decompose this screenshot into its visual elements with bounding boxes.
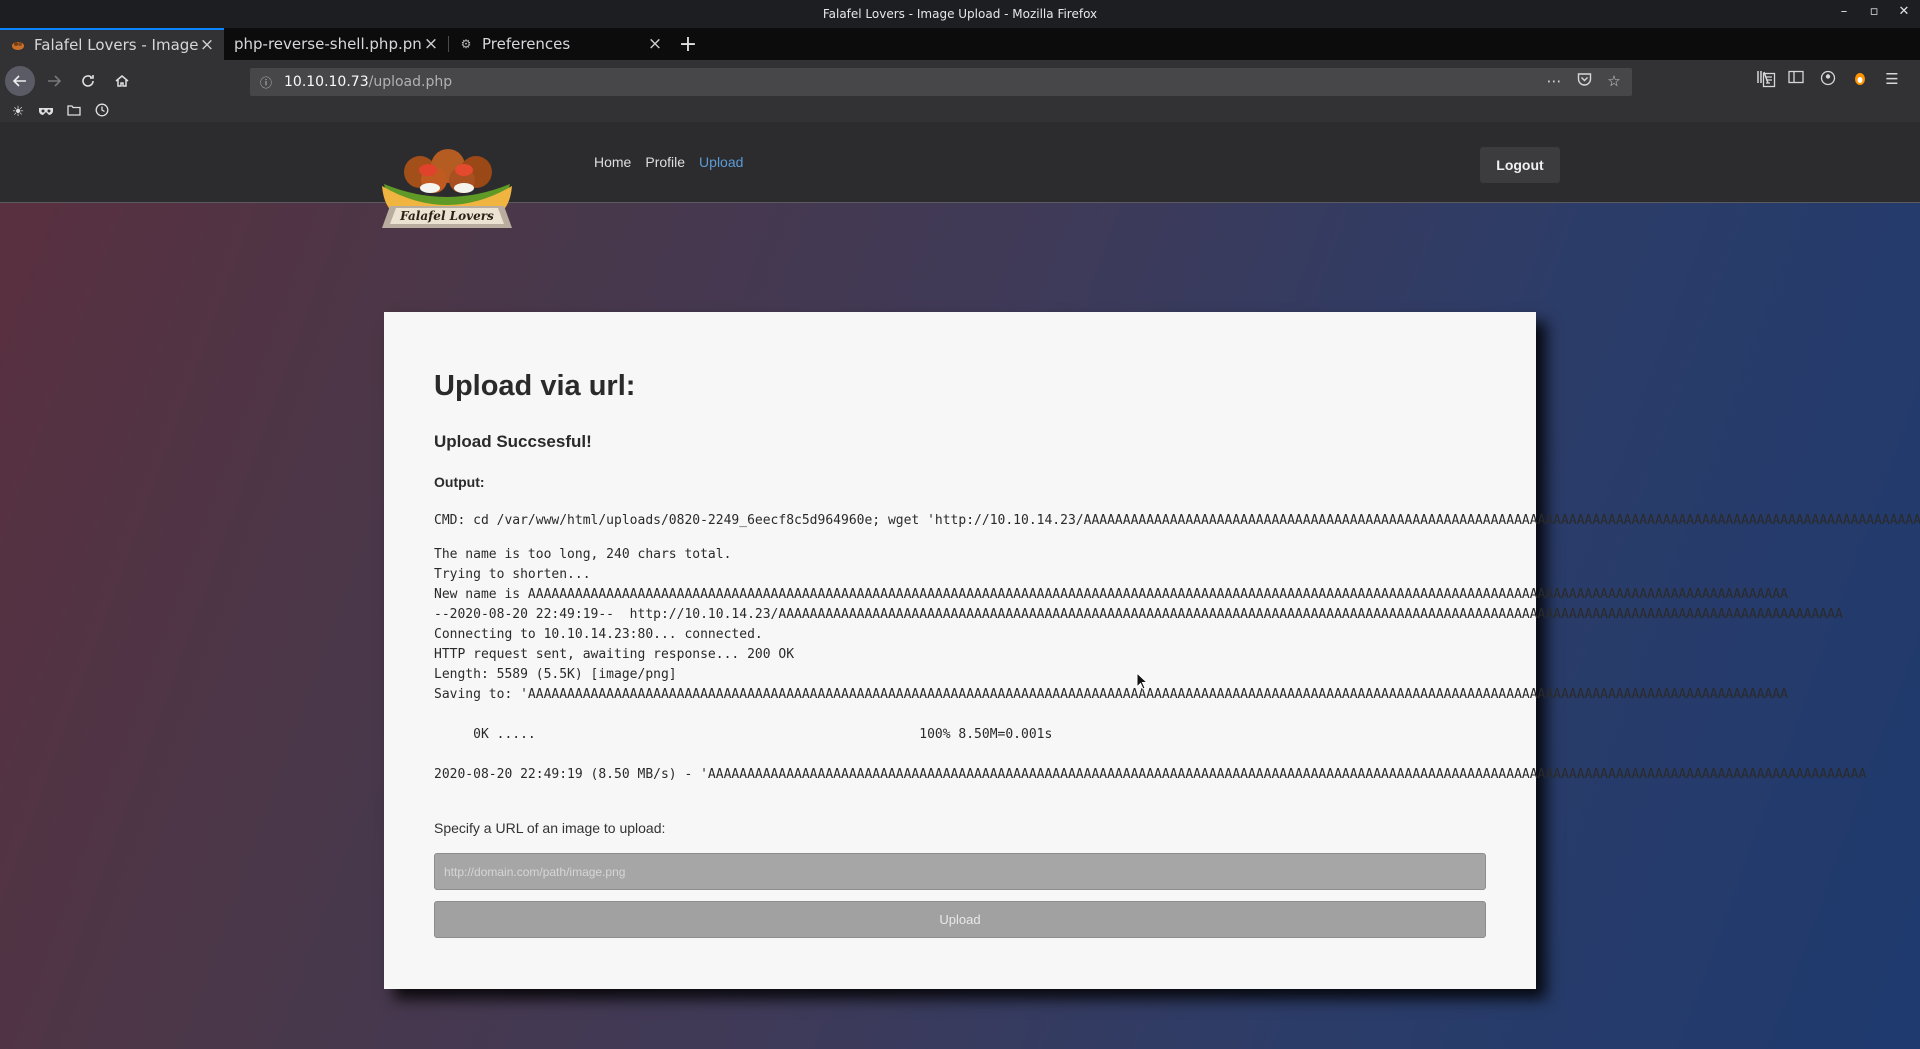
output-line: CMD: cd /var/www/html/uploads/0820-2249_… [434, 513, 1536, 528]
arrow-left-icon [12, 75, 26, 87]
url-field-label: Specify a URL of an image to upload: [434, 820, 666, 836]
mouse-cursor-icon [1136, 672, 1148, 690]
tab-label: Preferences [482, 35, 571, 53]
output-line: HTTP request sent, awaiting response... … [434, 647, 795, 662]
home-icon [115, 75, 129, 87]
falafel-favicon-icon [10, 37, 26, 53]
page-viewport: Home Profile Upload Logout Falafel Lover… [0, 122, 1920, 1049]
url-path: /upload.php [368, 74, 453, 90]
toolbar-right: ☰ [1754, 70, 1902, 90]
gear-icon: ⚙ [460, 37, 472, 51]
menu-hamburger-icon[interactable]: ☰ [1882, 70, 1902, 90]
output-line: 2020-08-20 22:49:19 (8.50 MB/s) - 'AAAAA… [434, 767, 1536, 782]
close-window-button[interactable]: ✕ [1896, 4, 1912, 19]
navigation-toolbar: ⓘ 10.10.10.73/upload.php ⋯ ☆ ☰ [0, 60, 1920, 102]
tab-close-icon[interactable]: × [422, 34, 440, 54]
logout-button[interactable]: Logout [1480, 147, 1560, 183]
logo-text: Falafel Lovers [399, 209, 494, 223]
output-line: The name is too long, 240 chars total. [434, 547, 732, 562]
sidebar-icon[interactable] [1786, 70, 1806, 90]
tab-php-reverse-shell[interactable]: php-reverse-shell.php.png ( × [224, 28, 448, 60]
url-bar[interactable]: ⓘ 10.10.10.73/upload.php ⋯ ☆ [250, 68, 1776, 96]
sun-icon[interactable]: ☀ [10, 104, 26, 120]
upload-button[interactable]: Upload [434, 901, 1486, 938]
info-icon[interactable]: ⓘ [260, 74, 278, 91]
nav-link-upload[interactable]: Upload [699, 154, 743, 170]
reload-icon [82, 75, 94, 87]
nav-link-profile[interactable]: Profile [645, 154, 685, 170]
nav-link-home[interactable]: Home [594, 154, 631, 170]
pocket-icon[interactable] [1574, 72, 1594, 90]
tab-close-icon[interactable]: × [198, 35, 216, 55]
back-button[interactable] [5, 66, 35, 96]
url-host: 10.10.10.73 [284, 74, 369, 90]
tab-falafel-upload[interactable]: Falafel Lovers - Image Up × [0, 28, 224, 60]
upload-card: Upload via url: Upload Succsesful! Outpu… [384, 312, 1536, 989]
forward-button[interactable] [39, 66, 69, 96]
site-navbar: Home Profile Upload Logout [0, 122, 1920, 203]
window-title: Falafel Lovers - Image Upload - Mozilla … [822, 7, 1098, 21]
window-titlebar: Falafel Lovers - Image Upload - Mozilla … [0, 0, 1920, 28]
output-line: --2020-08-20 22:49:19-- http://10.10.14.… [434, 607, 1536, 622]
bookmark-star-icon[interactable]: ☆ [1604, 72, 1624, 90]
minimize-button[interactable]: – [1836, 4, 1852, 19]
library-icon[interactable] [1754, 70, 1774, 90]
url-text: 10.10.10.73/upload.php [284, 74, 452, 90]
extensions-toolbar: ☀ [0, 102, 1920, 122]
tab-bar: Falafel Lovers - Image Up × php-reverse-… [0, 28, 1920, 60]
output-line: 0K ..... 100% 8.50M=0.001s [434, 727, 1053, 742]
output-line: Connecting to 10.10.14.23:80... connecte… [434, 627, 763, 642]
window-controls: – ▫ ✕ [1836, 4, 1912, 19]
falafel-lovers-logo[interactable]: Falafel Lovers [378, 148, 516, 228]
account-icon[interactable] [1818, 70, 1838, 90]
card-content: Upload via url: Upload Succsesful! Outpu… [384, 312, 1536, 989]
folder-icon[interactable] [66, 104, 82, 120]
command-output: CMD: cd /var/www/html/uploads/0820-2249_… [434, 312, 1536, 782]
output-line: Trying to shorten... [434, 567, 591, 582]
output-line: Length: 5589 (5.5K) [image/png] [434, 667, 677, 682]
new-tab-button[interactable]: + [672, 28, 704, 60]
tab-preferences[interactable]: ⚙ Preferences × [448, 28, 672, 60]
reload-button[interactable] [73, 66, 103, 96]
image-url-input[interactable] [434, 853, 1486, 890]
home-button[interactable] [107, 66, 137, 96]
page-actions-icon[interactable]: ⋯ [1544, 72, 1564, 90]
tab-label: php-reverse-shell.php.png ( [234, 35, 422, 53]
url-actions: ⋯ ☆ [1544, 72, 1624, 90]
output-line: Saving to: 'AAAAAAAAAAAAAAAAAAAAAAAAAAAA… [434, 687, 1536, 702]
clock-icon[interactable] [94, 103, 110, 121]
tab-close-icon[interactable]: × [646, 34, 664, 54]
mask-icon[interactable] [38, 104, 54, 120]
tab-label: Falafel Lovers - Image Up [34, 36, 198, 54]
extension-icon[interactable] [1850, 70, 1870, 90]
arrow-right-icon [48, 75, 62, 87]
maximize-button[interactable]: ▫ [1866, 4, 1882, 19]
site-nav-links: Home Profile Upload [594, 154, 743, 170]
output-line: New name is AAAAAAAAAAAAAAAAAAAAAAAAAAAA… [434, 587, 1536, 602]
